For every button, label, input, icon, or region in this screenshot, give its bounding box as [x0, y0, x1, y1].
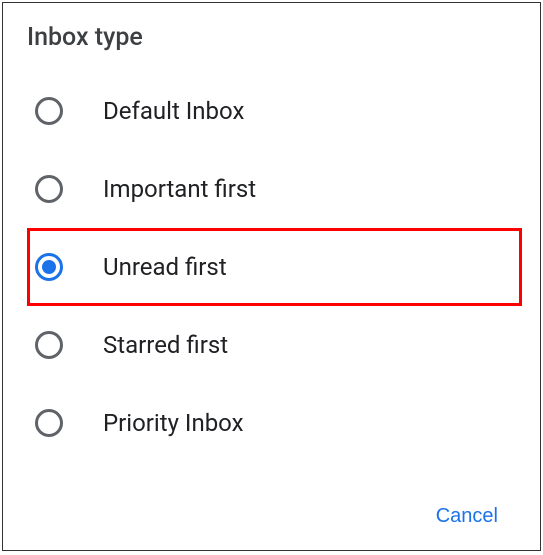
option-important-first[interactable]: Important first	[27, 150, 522, 228]
radio-icon	[35, 409, 63, 437]
inbox-type-dialog: Inbox type Default Inbox Important first…	[2, 2, 541, 551]
option-label: Priority Inbox	[103, 409, 244, 437]
option-priority-inbox[interactable]: Priority Inbox	[27, 384, 522, 462]
option-default-inbox[interactable]: Default Inbox	[27, 72, 522, 150]
option-unread-first[interactable]: Unread first	[27, 228, 522, 306]
cancel-button[interactable]: Cancel	[424, 497, 510, 536]
radio-icon-selected	[35, 253, 63, 281]
dialog-title: Inbox type	[27, 23, 522, 52]
option-label: Starred first	[103, 331, 228, 359]
dialog-actions: Cancel	[424, 497, 510, 536]
option-label: Important first	[103, 175, 256, 203]
radio-group: Default Inbox Important first Unread fir…	[27, 72, 522, 462]
radio-icon	[35, 97, 63, 125]
radio-icon	[35, 331, 63, 359]
radio-icon	[35, 175, 63, 203]
option-label: Default Inbox	[103, 97, 244, 125]
option-label: Unread first	[103, 253, 227, 281]
option-starred-first[interactable]: Starred first	[27, 306, 522, 384]
